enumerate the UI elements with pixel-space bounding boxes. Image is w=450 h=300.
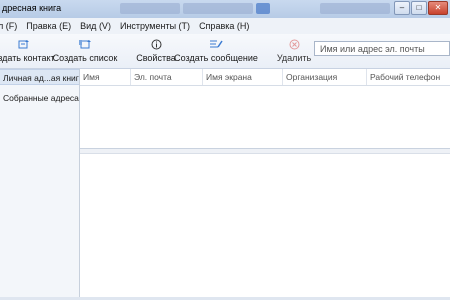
search-input[interactable] [314, 41, 450, 56]
table-header: Имя Эл. почта Имя экрана Организация Раб… [80, 69, 450, 86]
sidebar-item-collected-addresses[interactable]: Собранные адреса [0, 90, 79, 106]
new-contact-button[interactable]: оздать контакт [0, 38, 55, 66]
menu-file[interactable]: л (F) [0, 21, 17, 31]
background-tab [120, 3, 180, 14]
pane-splitter[interactable] [80, 148, 450, 154]
address-book-list: Личная ад...ая книга Собранные адреса [0, 69, 80, 300]
background-tab [183, 3, 253, 14]
new-list-label: Создать список [52, 53, 118, 63]
properties-label: Свойства [136, 53, 176, 63]
new-contact-label: оздать контакт [0, 53, 55, 63]
properties-icon [149, 38, 163, 50]
column-header-screen-name[interactable]: Имя экрана [203, 69, 283, 85]
background-tab [320, 3, 390, 14]
compose-label: Создать сообщение [174, 53, 258, 63]
minimize-button[interactable]: – [394, 1, 410, 15]
delete-button[interactable]: Удалить [276, 38, 312, 66]
compose-button[interactable]: Создать сообщение [174, 38, 258, 66]
column-header-name[interactable]: Имя [80, 69, 131, 85]
maximize-button[interactable]: □ [411, 1, 427, 15]
maximize-icon: □ [416, 3, 422, 12]
new-list-button[interactable]: Создать список [53, 38, 117, 66]
sidebar-item-personal-address-book[interactable]: Личная ад...ая книга [0, 69, 79, 85]
delete-icon [287, 38, 301, 50]
menu-edit[interactable]: Правка (E) [26, 21, 71, 31]
menu-help[interactable]: Справка (H) [199, 21, 249, 31]
menu-bar: л (F) Правка (E) Вид (V) Инструменты (T)… [0, 18, 450, 34]
minimize-icon: – [399, 3, 405, 12]
compose-icon [209, 38, 223, 50]
new-list-icon [78, 38, 92, 50]
column-header-work-phone[interactable]: Рабочий телефон [367, 69, 450, 85]
close-button[interactable]: ✕ [428, 1, 448, 15]
properties-button[interactable]: Свойства [136, 38, 176, 66]
menu-view[interactable]: Вид (V) [80, 21, 111, 31]
column-header-organization[interactable]: Организация [283, 69, 367, 85]
new-contact-icon [17, 38, 31, 50]
column-header-email[interactable]: Эл. почта [131, 69, 203, 85]
title-bar: дресная книга – □ ✕ [0, 0, 450, 19]
menu-tools[interactable]: Инструменты (T) [120, 21, 190, 31]
contacts-table: Имя Эл. почта Имя экрана Организация Раб… [80, 69, 450, 300]
background-tab-icon [256, 3, 270, 14]
close-icon: ✕ [434, 3, 442, 12]
delete-label: Удалить [276, 53, 312, 63]
window-title: дресная книга [2, 3, 62, 13]
window-controls: – □ ✕ [394, 1, 448, 15]
